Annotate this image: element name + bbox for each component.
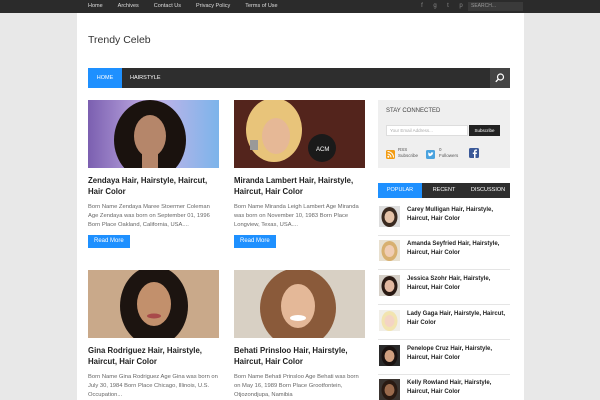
twitter-icon[interactable]: t: [444, 2, 452, 10]
facebook-icon[interactable]: f: [418, 2, 426, 10]
popular-title[interactable]: Kelly Rowland Hair, Hairstyle, Haircut, …: [407, 379, 507, 396]
post-title[interactable]: Gina Rodriguez Hair, Hairstyle, Haircut,…: [88, 346, 219, 367]
pinterest-icon[interactable]: p: [457, 2, 465, 10]
popular-item[interactable]: Carey Mulligan Hair, Hairstyle, Haircut,…: [378, 203, 510, 236]
search-icon: [495, 73, 505, 83]
post-thumbnail[interactable]: ACM: [234, 100, 365, 168]
post-thumbnail[interactable]: [88, 100, 219, 168]
popular-title[interactable]: Amanda Seyfried Hair, Hairstyle, Haircut…: [407, 240, 507, 257]
nav-home[interactable]: HOME: [88, 68, 122, 88]
tab-popular[interactable]: POPULAR: [378, 183, 422, 198]
popular-thumbnail[interactable]: [379, 206, 400, 227]
rss-subscribe-label: Subscribe: [398, 152, 419, 158]
popular-thumbnail[interactable]: [379, 275, 400, 296]
twitter-label-group[interactable]: 0 Followers: [439, 147, 458, 158]
popular-item[interactable]: Kelly Rowland Hair, Hairstyle, Haircut, …: [378, 376, 510, 400]
nav-hairstyle[interactable]: HAIRSTYLE: [130, 68, 161, 88]
top-nav-contact[interactable]: Contact Us: [154, 0, 181, 13]
popular-title[interactable]: Penelope Cruz Hair, Hairstyle, Haircut, …: [407, 345, 507, 362]
subscribe-button[interactable]: Subscribe: [469, 125, 500, 136]
google-plus-icon[interactable]: g: [431, 2, 439, 10]
post-title[interactable]: Zendaya Hair, Hairstyle, Haircut, Hair C…: [88, 176, 219, 197]
tab-discussion[interactable]: DISCUSSION: [466, 183, 510, 198]
post-excerpt: Born Name Miranda Leigh Lambert Age Mira…: [234, 204, 359, 228]
widget-heading: STAY CONNECTED: [386, 108, 441, 114]
facebook-icon[interactable]: [469, 148, 479, 158]
search-button[interactable]: [490, 68, 510, 88]
top-nav-terms[interactable]: Terms of Use: [245, 0, 277, 13]
top-nav-home[interactable]: Home: [88, 0, 103, 13]
email-input[interactable]: Your Email Address...: [386, 125, 468, 136]
tab-recent[interactable]: RECENT: [422, 183, 466, 198]
post-excerpt: Born Name Gina Rodriguez Age Gina was bo…: [88, 374, 218, 398]
post-excerpt: Born Name Zendaya Maree Stoermer Coleman…: [88, 204, 210, 228]
post-thumbnail[interactable]: [88, 270, 219, 338]
twitter-followers-label: Followers: [439, 152, 459, 158]
popular-thumbnail[interactable]: [379, 379, 400, 400]
post-card: ACM Miranda Lambert Hair, Hairstyle, Hai…: [234, 100, 365, 249]
post-card: Behati Prinsloo Hair, Hairstyle, Haircut…: [234, 270, 365, 399]
popular-title[interactable]: Carey Mulligan Hair, Hairstyle, Haircut,…: [407, 206, 507, 223]
popular-thumbnail[interactable]: [379, 345, 400, 366]
popular-item[interactable]: Jessica Szohr Hair, Hairstyle, Haircut, …: [378, 272, 510, 305]
main-nav: HOME HAIRSTYLE: [88, 68, 510, 88]
post-thumbnail[interactable]: [234, 270, 365, 338]
post-excerpt: Born Name Behati Prinsloo Age Behati was…: [234, 374, 359, 398]
popular-item[interactable]: Penelope Cruz Hair, Hairstyle, Haircut, …: [378, 342, 510, 375]
post-card: Gina Rodriguez Hair, Hairstyle, Haircut,…: [88, 270, 219, 399]
top-nav: Home Archives Contact Us Privacy Policy …: [88, 0, 293, 13]
top-nav-archives[interactable]: Archives: [118, 0, 139, 13]
read-more-button[interactable]: Read More: [88, 235, 130, 249]
stay-connected-widget: STAY CONNECTED Your Email Address... Sub…: [378, 100, 510, 168]
top-search-input[interactable]: SEARCH...: [468, 2, 523, 11]
post-card: Zendaya Hair, Hairstyle, Haircut, Hair C…: [88, 100, 219, 249]
popular-item[interactable]: Amanda Seyfried Hair, Hairstyle, Haircut…: [378, 237, 510, 270]
popular-item[interactable]: Lady Gaga Hair, Hairstyle, Haircut, Hair…: [378, 307, 510, 340]
sidebar-tabs: POPULAR RECENT DISCUSSION: [378, 183, 510, 198]
top-nav-privacy[interactable]: Privacy Policy: [196, 0, 230, 13]
popular-thumbnail[interactable]: [379, 240, 400, 261]
rss-label-group[interactable]: RSS Subscribe: [398, 147, 418, 158]
popular-title[interactable]: Jessica Szohr Hair, Hairstyle, Haircut, …: [407, 275, 507, 292]
twitter-icon[interactable]: [426, 150, 435, 159]
rss-icon[interactable]: [386, 150, 395, 159]
popular-thumbnail[interactable]: [379, 310, 400, 331]
post-title[interactable]: Behati Prinsloo Hair, Hairstyle, Haircut…: [234, 346, 365, 367]
svg-text:ACM: ACM: [316, 147, 329, 153]
post-title[interactable]: Miranda Lambert Hair, Hairstyle, Haircut…: [234, 176, 365, 197]
popular-title[interactable]: Lady Gaga Hair, Hairstyle, Haircut, Hair…: [407, 310, 507, 327]
read-more-button[interactable]: Read More: [234, 235, 276, 249]
site-title[interactable]: Trendy Celeb: [88, 34, 151, 46]
